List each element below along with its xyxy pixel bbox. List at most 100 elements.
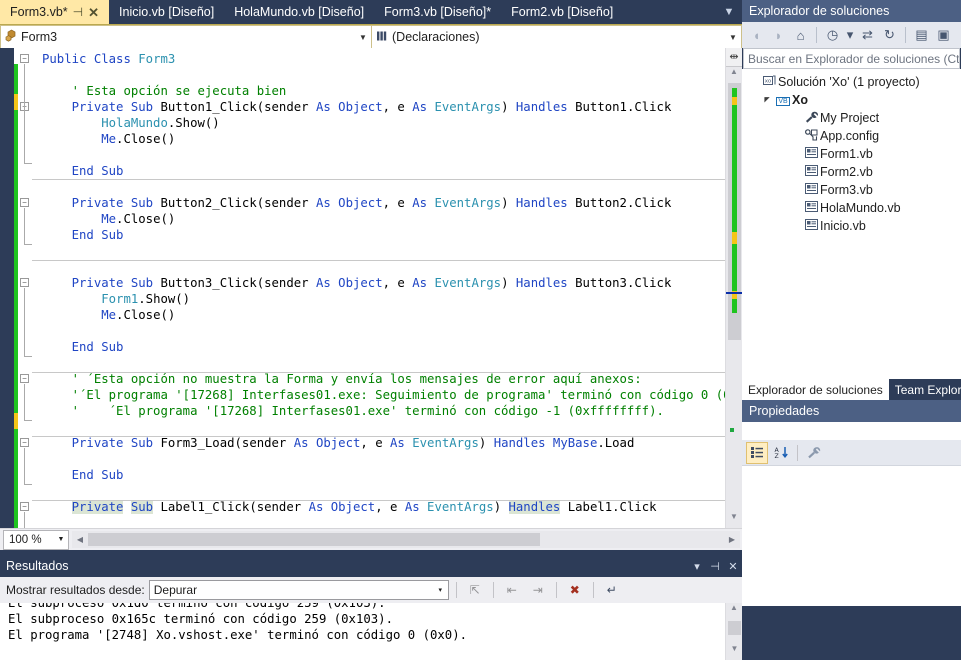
tree-item-soluci-n-xo-1-proyecto-[interactable]: xo Solución 'Xo' (1 proyecto) [742,73,961,91]
categorized-icon[interactable] [746,441,768,464]
tree-item-app-config[interactable]: App.config [742,127,961,145]
collapse-all-icon[interactable]: ▤ [911,24,932,46]
editor-horizontal-scrollbar[interactable]: ◀ ▶ [72,531,740,548]
tree-item-form1-vb[interactable]: Form1.vb [742,145,961,163]
hscroll-thumb[interactable] [88,533,540,546]
scroll-up-arrow-icon[interactable]: ▲ [726,67,742,83]
output-source-dropdown[interactable]: Depurar ▾ [148,580,449,600]
scroll-down-arrow-icon[interactable]: ▼ [726,644,743,660]
chevron-down-icon[interactable]: ▾ [433,586,448,594]
code-token: Private [71,100,124,114]
document-tab-3[interactable]: HolaMundo.vb [Diseño] [224,0,374,24]
scroll-left-arrow-icon[interactable]: ◀ [72,535,88,544]
pending-changes-icon[interactable]: ◷ [822,24,843,46]
code-line[interactable]: ' ´El programa '[17268] Interfases01.exe… [42,403,664,419]
close-icon[interactable]: ✕ [88,6,99,19]
hscroll-track[interactable] [88,533,724,546]
tree-item-inicio-vb[interactable]: Inicio.vb [742,217,961,235]
outlining-guide-line [24,288,25,356]
toggle-word-wrap-icon[interactable]: ↵ [601,580,623,600]
scroll-right-arrow-icon[interactable]: ▶ [724,535,740,544]
document-tab-1[interactable]: Form3.vb* ⊣ ✕ [0,0,110,24]
tool-window-tab-2[interactable]: Team Explorer [889,379,961,400]
code-token: Label1.Click [560,500,657,514]
home-icon[interactable]: ⌂ [790,24,811,46]
output-text-area[interactable]: El subproceso 0x1d0 terminó con código 2… [0,603,725,660]
solution-explorer-search-input[interactable]: Buscar en Explorador de soluciones (Ctrl [743,48,960,69]
code-line[interactable]: End Sub [42,227,124,243]
code-line[interactable]: Private Sub Button3_Click(sender As Obje… [42,275,672,291]
code-line[interactable]: Form1.Show() [42,291,190,307]
outlining-collapse-icon[interactable]: − [20,278,29,287]
pin-icon[interactable]: ⊣ [73,6,83,18]
scroll-up-arrow-icon[interactable]: ▲ [726,603,742,619]
code-line[interactable]: ' ´Esta opción no muestra la Forma y env… [42,371,642,387]
code-line[interactable]: Me.Close() [42,307,175,323]
outlining-collapse-icon[interactable]: − [20,438,29,447]
code-line[interactable]: Me.Close() [42,211,175,227]
chevron-down-icon[interactable]: ▼ [54,536,68,543]
solution-explorer-tree[interactable]: xo Solución 'Xo' (1 proyecto) ◢ VB Xo My Proj… [742,69,961,379]
outlining-collapse-icon[interactable]: − [20,502,29,511]
chevron-down-icon[interactable]: ▼ [725,33,741,42]
outlining-collapse-icon[interactable]: − [20,374,29,383]
tree-item-xo[interactable]: ◢ VB Xo [742,91,961,109]
code-line[interactable]: Public Class Form3 [42,51,175,67]
document-tab-4[interactable]: Form3.vb [Diseño]* [374,0,501,24]
property-pages-icon[interactable] [803,442,825,464]
refresh-icon[interactable]: ↻ [879,24,900,46]
code-line[interactable]: ' Esta opción se ejecuta bien [42,83,287,99]
toolbar-divider [555,582,557,598]
code-line[interactable]: End Sub [42,339,124,355]
back-icon[interactable]: ◖ [746,24,767,46]
find-message-icon[interactable]: ⇱ [464,580,486,600]
output-pin-icon[interactable]: ⊣ [706,560,724,573]
document-tab-5[interactable]: Form2.vb [Diseño] [501,0,623,24]
code-line[interactable]: End Sub [42,163,124,179]
split-view-icon[interactable]: ⇹ [726,48,742,67]
document-tab-2[interactable]: Inicio.vb [Diseño] [109,0,224,24]
editor-vertical-scrollbar[interactable]: ⇹ ▲ ▼ [725,48,743,528]
member-dropdown[interactable]: (Declaraciones) ▼ [372,25,742,49]
outlining-collapse-icon[interactable]: − [20,54,29,63]
output-close-icon[interactable]: ✕ [724,560,742,573]
output-dropdown-icon[interactable]: ▾ [688,560,706,573]
code-line[interactable]: Private Sub Button1_Click(sender As Obje… [42,99,672,115]
tree-item-holamundo-vb[interactable]: HolaMundo.vb [742,199,961,217]
output-vertical-scrollbar[interactable]: ▲ ▼ [725,603,742,660]
code-text-area[interactable]: Public Class Form3 ' Esta opción se ejec… [32,48,725,528]
alphabetical-icon[interactable]: A Z [770,442,792,464]
sync-with-active-document-icon[interactable]: ⇄ [857,24,878,46]
code-line[interactable]: Private Sub Form3_Load(sender As Object,… [42,435,635,451]
tool-window-tab-1[interactable]: Explorador de soluciones [742,379,889,400]
scroll-down-arrow-icon[interactable]: ▼ [726,512,742,528]
show-all-files-icon[interactable]: ▣ [933,24,954,46]
clear-all-icon[interactable]: ✖ [564,580,586,600]
code-line[interactable]: End Sub [42,467,124,483]
tree-item-my-project[interactable]: My Project [742,109,961,127]
forward-icon[interactable]: ◗ [768,24,789,46]
properties-grid[interactable] [742,466,961,606]
zoom-level-selector[interactable]: 100 % ▼ [3,529,69,550]
toolbar-divider [816,27,817,43]
tree-item-form2-vb[interactable]: Form2.vb [742,163,961,181]
code-line[interactable]: '´El programa '[17268] Interfases01.exe:… [42,387,725,403]
outlining-collapse-icon[interactable]: − [20,198,29,207]
class-dropdown[interactable]: Form3 ▼ [0,25,372,49]
go-to-previous-icon[interactable]: ⇤ [501,580,523,600]
code-line[interactable]: HolaMundo.Show() [42,115,219,131]
code-line[interactable]: Private Sub Button2_Click(sender As Obje… [42,195,672,211]
tree-item-form3-vb[interactable]: Form3.vb [742,181,961,199]
go-to-next-icon[interactable]: ⇥ [527,580,549,600]
expand-collapse-icon[interactable]: ◢ [760,96,774,104]
properties-object-selector[interactable] [742,422,961,440]
output-scroll-thumb[interactable] [728,621,741,635]
code-line[interactable]: Private Sub Label1_Click(sender As Objec… [42,499,657,515]
tab-overflow-icon[interactable]: ▼ [716,0,742,24]
chevron-down-icon[interactable]: ▼ [355,33,371,42]
pending-changes-dropdown-icon[interactable]: ▾ [844,24,856,46]
output-pane: Resultados ▾ ⊣ ✕ Mostrar resultados desd… [0,555,742,660]
code-line[interactable]: Me.Close() [42,131,175,147]
